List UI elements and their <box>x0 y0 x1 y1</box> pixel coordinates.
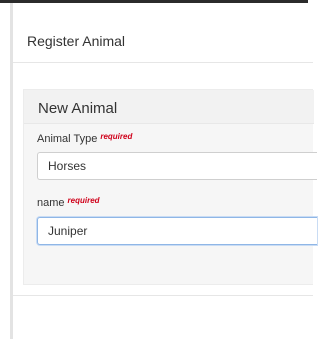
animal-type-required-marker: required <box>100 132 133 141</box>
name-input[interactable]: Juniper <box>37 217 317 245</box>
animal-type-select[interactable]: Horses <box>37 152 317 180</box>
name-label-text: name <box>37 197 65 209</box>
panel-body: New Animal Animal Type required Horses na… <box>13 64 317 296</box>
name-value: Juniper <box>48 224 88 238</box>
animal-type-value: Horses <box>48 159 87 173</box>
panel-header: Register Animal <box>13 3 313 63</box>
animal-type-label-text: Animal Type <box>37 133 98 145</box>
form-section-title: New Animal <box>38 100 118 117</box>
register-animal-panel: Register Animal New Animal Animal Type re… <box>13 3 317 339</box>
new-animal-form: New Animal Animal Type required Horses na… <box>23 89 317 285</box>
name-required-marker: required <box>67 196 100 205</box>
dialog-title: Register Animal <box>27 33 126 49</box>
form-section-header: New Animal <box>24 90 314 124</box>
name-label: name required <box>37 196 100 209</box>
animal-type-label: Animal Type required <box>37 132 133 145</box>
